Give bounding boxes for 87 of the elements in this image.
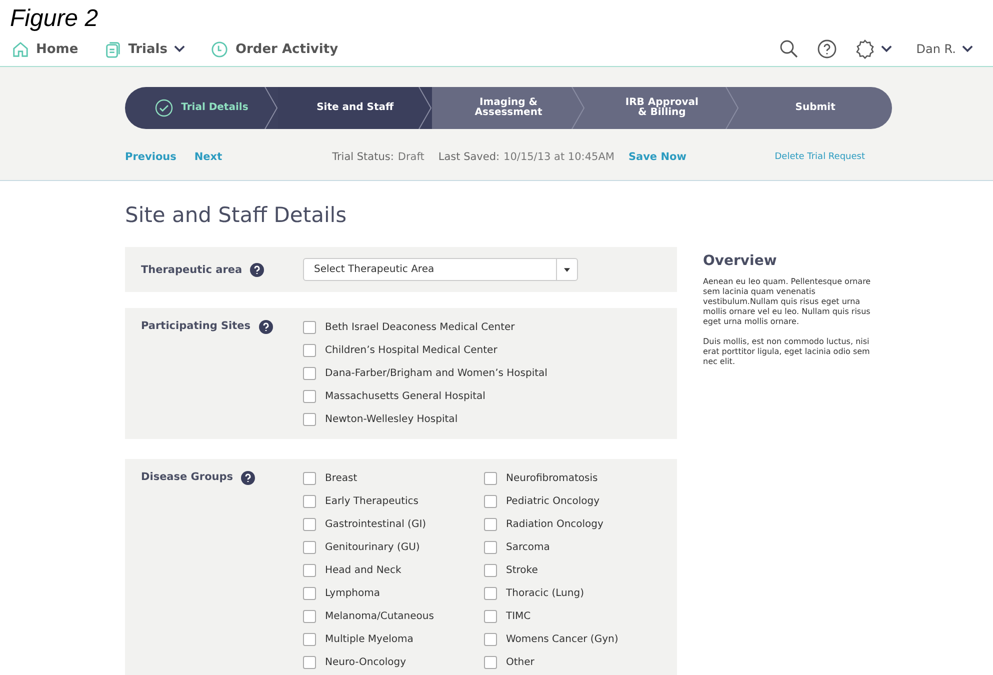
checkbox[interactable] [303,587,316,600]
checkbox-label: Other [506,657,534,668]
field-label: Participating Sites [141,320,251,332]
progress-step[interactable]: Submit [738,87,892,129]
checkbox-label: Sarcoma [506,542,550,553]
checkbox[interactable] [484,633,497,646]
help-icon[interactable] [817,39,838,59]
settings-button[interactable] [855,39,892,59]
checkbox[interactable] [303,495,316,508]
checkbox-label: Multiple Myeloma [325,634,414,645]
gear-icon [855,39,876,59]
page-heading: Site and Staff Details [125,203,348,227]
checkbox-label: Thoracic (Lung) [506,588,584,599]
checkbox-label: Genitourinary (GU) [325,542,420,553]
checkbox[interactable] [303,390,316,403]
step-divider [571,87,586,129]
checkbox-label: Stroke [506,565,538,576]
checkbox[interactable] [303,321,316,334]
checkbox[interactable] [484,518,497,531]
checkbox[interactable] [303,518,316,531]
progress-step[interactable]: IRB Approval & Billing [585,87,739,129]
checkmark-circle-icon [155,99,174,117]
chevron-down-icon [174,45,186,53]
checkbox[interactable] [303,472,316,485]
checkbox-label: Neurofibromatosis [506,473,598,484]
checkbox[interactable] [303,541,316,554]
checkbox[interactable] [484,610,497,623]
chevron-down-icon [962,45,973,53]
help-icon[interactable] [250,262,264,276]
figure-caption: Figure 2 [9,4,100,32]
progress-step[interactable]: Site and Staff [278,87,432,129]
home-icon [12,40,29,58]
user-menu[interactable]: Dan R. [916,42,973,56]
checkbox-label: Newton-Wellesley Hospital [325,414,458,425]
checkbox-label: Children’s Hospital Medical Center [325,345,498,356]
checkbox-label: Early Therapeutics [325,496,419,507]
checkbox-label: Dana-Farber/Brigham and Women’s Hospital [325,368,548,379]
overview-paragraph: Aenean eu leo quam. Pellentesque ornare sem lacinia quam venenatis vestibulum.Nullam quis risus eget urna mollis ornare vel eu leo. Nullam quis risus eget urna mollis ornare. [703,277,872,327]
checkbox[interactable] [484,495,497,508]
field-label: Therapeutic area [141,264,242,276]
nav-link[interactable]: Home [12,40,78,58]
checkbox-label: Massachusetts General Hospital [325,391,486,402]
nav-link[interactable]: Order Activity [211,40,338,58]
checkbox-label: Beth Israel Deaconess Medical Center [325,322,515,333]
checkbox[interactable] [303,633,316,646]
step-divider [724,87,739,129]
checkbox[interactable] [303,610,316,623]
checkbox[interactable] [484,587,497,600]
checkbox-label: TIMC [506,611,531,622]
progress-step[interactable]: Imaging & Assessment [432,87,586,129]
caret-icon [564,268,570,272]
progress-step[interactable]: Trial Details [125,87,278,129]
checkbox[interactable] [303,656,316,669]
therapeutic-area-dropdown[interactable]: Select Therapeutic Area [303,258,578,281]
checkbox[interactable] [484,472,497,485]
checkbox[interactable] [484,541,497,554]
step-divider [264,87,278,129]
checkbox-label: Radiation Oncology [506,519,604,530]
checkbox[interactable] [303,413,316,426]
checkbox[interactable] [484,656,497,669]
help-icon[interactable] [241,471,256,485]
checkbox-label: Breast [325,473,358,484]
status-value: Draft [398,151,424,163]
chevron-down-icon [881,45,892,53]
checkbox[interactable] [484,564,497,577]
field-label: Disease Groups [141,471,234,483]
search-icon[interactable] [779,39,800,59]
overview-title: Overview [703,253,778,269]
saved-value: 10/15/13 at 10:45AM [504,151,614,163]
checkbox-label: Gastrointestinal (GI) [325,519,426,530]
nav-link[interactable]: Trials [104,40,186,58]
checkbox[interactable] [303,367,316,380]
checkbox-label: Melanoma/Cutaneous [325,611,434,622]
checkbox[interactable] [303,344,316,357]
saved-label: Last Saved: [438,151,500,163]
status-label: Trial Status: [332,151,394,163]
checkbox-label: Neuro-Oncology [325,657,406,668]
checkbox-label: Pediatric Oncology [506,496,600,507]
help-icon[interactable] [258,320,273,334]
checkbox-label: Head and Neck [325,565,402,576]
checkbox-label: Lymphoma [325,588,380,599]
checkbox-label: Womens Cancer (Gyn) [506,634,618,645]
overview-paragraph: Duis mollis, est non commodo luctus, nisi erat porttitor ligula, eget lacinia odio sem nec elit. [703,337,871,367]
step-divider [418,87,432,129]
document-icon [104,40,122,58]
clock-icon [211,40,228,58]
checkbox[interactable] [303,564,316,577]
